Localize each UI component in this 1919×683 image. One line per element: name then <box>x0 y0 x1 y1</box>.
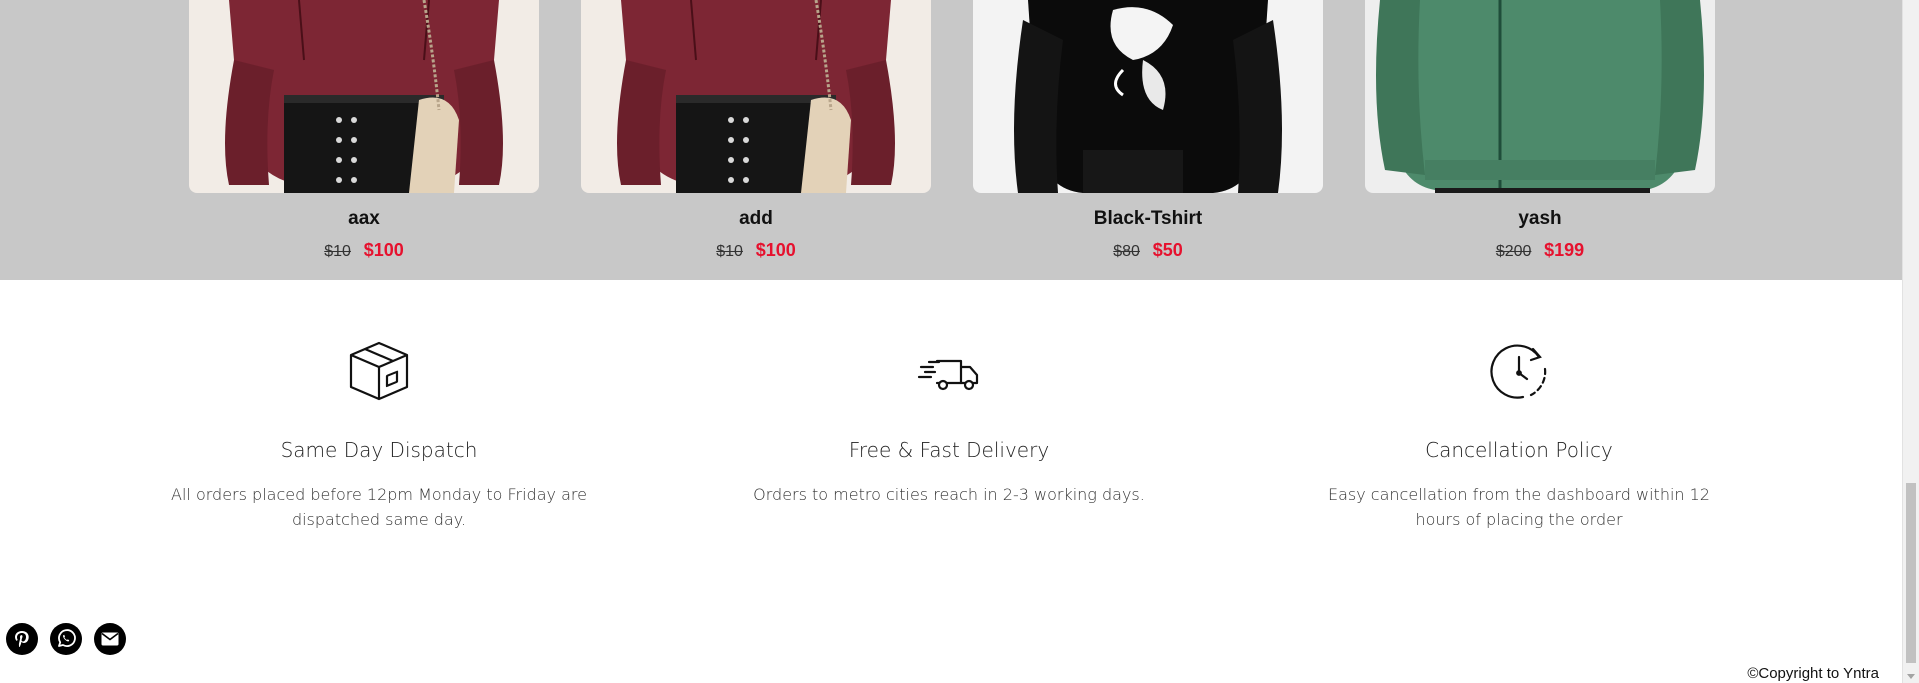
product-card[interactable]: Black-Tshirt $80 $50 <box>973 0 1323 261</box>
features-section: Same Day Dispatch All orders placed befo… <box>0 280 1903 683</box>
pinterest-icon[interactable] <box>6 623 38 655</box>
product-grid: aax $10 $100 add $10 $100 Black-Tshirt $… <box>0 0 1903 280</box>
social-links <box>6 623 126 655</box>
feature-title: Cancellation Policy <box>1425 438 1613 462</box>
product-image[interactable] <box>581 0 931 193</box>
box-icon <box>347 339 411 408</box>
old-price: $10 <box>324 243 351 260</box>
product-card[interactable]: add $10 $100 <box>581 0 931 261</box>
old-price: $80 <box>1113 243 1140 260</box>
vertical-scrollbar[interactable] <box>1902 0 1919 683</box>
sale-price: $199 <box>1544 240 1585 260</box>
copyright-text: ©Copyright to Yntra <box>1747 665 1879 682</box>
feature-description: Easy cancellation from the dashboard wit… <box>1328 485 1710 529</box>
product-card[interactable]: aax $10 $100 <box>189 0 539 261</box>
sale-price: $100 <box>755 240 796 260</box>
old-price: $200 <box>1495 243 1532 260</box>
product-name[interactable]: Black-Tshirt <box>973 208 1323 230</box>
product-name[interactable]: yash <box>1365 208 1715 230</box>
product-price: $10 $100 <box>189 240 539 261</box>
scrollbar-thumb[interactable] <box>1906 483 1916 663</box>
feature-title: Free & Fast Delivery <box>848 438 1050 462</box>
sale-price: $100 <box>363 240 404 260</box>
scroll-down-arrow-icon[interactable] <box>1907 674 1915 679</box>
product-image[interactable] <box>1365 0 1715 193</box>
sale-price: $50 <box>1152 240 1183 260</box>
product-name[interactable]: aax <box>189 208 539 230</box>
email-icon[interactable] <box>94 623 126 655</box>
feature-description: Orders to metro cities reach in 2-3 work… <box>753 485 1145 504</box>
whatsapp-icon[interactable] <box>50 623 82 655</box>
feature-title: Same Day Dispatch <box>280 438 478 462</box>
delivery-truck-icon <box>917 339 981 408</box>
product-name[interactable]: add <box>581 208 931 230</box>
product-price: $80 $50 <box>973 240 1323 261</box>
product-price: $10 $100 <box>581 240 931 261</box>
old-price: $10 <box>716 243 743 260</box>
clock-refresh-icon <box>1487 339 1551 408</box>
product-image[interactable] <box>973 0 1323 193</box>
feature-description: All orders placed before 12pm Monday to … <box>171 485 587 529</box>
product-image[interactable] <box>189 0 539 193</box>
product-card[interactable]: yash $200 $199 <box>1365 0 1715 261</box>
product-price: $200 $199 <box>1365 240 1715 261</box>
